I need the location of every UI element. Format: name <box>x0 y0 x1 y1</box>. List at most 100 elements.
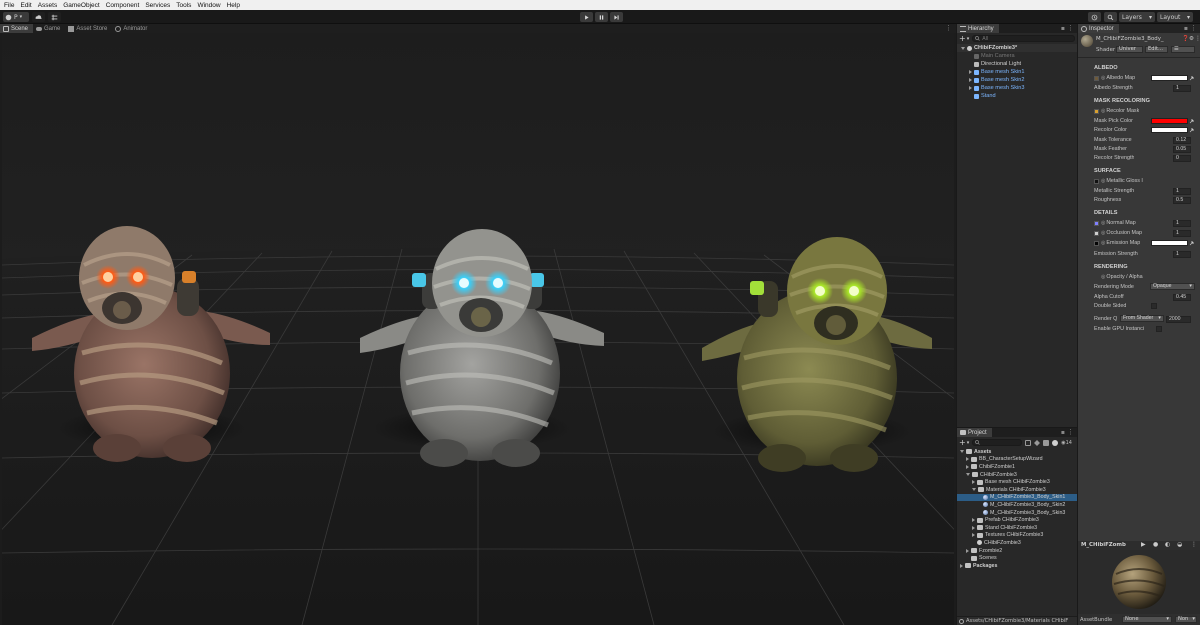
normal-texture-slot[interactable] <box>1094 220 1099 226</box>
chevron-right-icon[interactable] <box>972 518 975 523</box>
panel-menu-icon[interactable]: ⋮ <box>1190 24 1200 33</box>
chevron-right-icon[interactable] <box>969 70 972 74</box>
tab-game[interactable]: Game <box>33 24 65 33</box>
help-icon[interactable]: ❓ <box>1182 36 1189 42</box>
rendering-mode-dropdown[interactable]: Opaque ▾ <box>1150 283 1195 290</box>
menu-edit[interactable]: Edit <box>20 2 31 9</box>
albedo-strength-field[interactable]: 1 <box>1173 84 1191 92</box>
eyedropper-icon[interactable] <box>1189 240 1194 246</box>
play-icon[interactable]: ▶ <box>1141 541 1146 548</box>
render-queue-field[interactable]: 2000 <box>1166 315 1191 323</box>
hierarchy-item[interactable]: Directional Light <box>957 60 1077 68</box>
metallic-texture-slot[interactable] <box>1094 178 1099 184</box>
occlusion-texture-slot[interactable] <box>1094 230 1099 236</box>
target-icon[interactable]: ◎ <box>1101 220 1105 226</box>
chevron-right-icon[interactable] <box>969 86 972 90</box>
metallic-strength-field[interactable]: 1 <box>1173 187 1191 195</box>
project-item[interactable]: Base mesh CHibiFZombie3 <box>957 478 1077 486</box>
chevron-down-icon[interactable] <box>966 473 970 477</box>
menu-gameobject[interactable]: GameObject <box>63 2 100 9</box>
render-queue-dropdown[interactable]: From Shader ▾ <box>1120 315 1164 322</box>
project-item[interactable]: M_CHibiFZombie3_Body_Skin3 <box>957 509 1077 517</box>
assetbundle-variant-dropdown[interactable]: Non ▾ <box>1175 616 1197 623</box>
normal-map-field[interactable]: 1 <box>1173 219 1191 227</box>
menu-window[interactable]: Window <box>197 2 220 9</box>
add-icon[interactable]: + <box>959 438 966 447</box>
label-icon[interactable] <box>1034 439 1041 446</box>
target-icon[interactable]: ◎ <box>1101 230 1105 236</box>
hidden-packages-icon[interactable] <box>1052 439 1059 446</box>
emission-color-field[interactable] <box>1151 240 1188 246</box>
enable-gpu-checkbox[interactable] <box>1156 326 1162 332</box>
background-icon[interactable]: ◒ <box>1177 541 1182 548</box>
roughness-field[interactable]: 0.5 <box>1173 196 1191 204</box>
chevron-right-icon[interactable] <box>960 563 963 568</box>
project-item[interactable]: Fzombie2 <box>957 547 1077 555</box>
menu-help[interactable]: Help <box>227 2 240 9</box>
tab-animator[interactable]: Animator <box>112 24 152 33</box>
tab-project[interactable]: Project <box>957 428 992 437</box>
target-icon[interactable]: ◎ <box>1101 240 1105 246</box>
mask-feather-field[interactable]: 0.05 <box>1173 145 1191 153</box>
chevron-right-icon[interactable] <box>972 525 975 530</box>
project-item[interactable]: BB_CharacterSetupWizard <box>957 456 1077 464</box>
chevron-right-icon[interactable] <box>966 548 969 553</box>
target-icon[interactable]: ◎ <box>1101 75 1105 81</box>
settings-icon[interactable]: ⚙ <box>1189 36 1194 42</box>
tab-inspector[interactable]: Inspector <box>1078 24 1119 33</box>
menu-component[interactable]: Component <box>106 2 140 9</box>
project-item[interactable]: Stand CHibiFZombie3 <box>957 524 1077 532</box>
project-item[interactable]: CHibiFZombie3 <box>957 471 1077 479</box>
panel-menu-icon[interactable]: ⋮ <box>945 24 956 33</box>
chevron-right-icon[interactable] <box>972 480 975 485</box>
panel-menu-icon[interactable]: ⋮ <box>1067 428 1077 437</box>
account-dropdown[interactable]: P ▾ <box>3 12 29 22</box>
menu-file[interactable]: File <box>4 2 14 9</box>
hierarchy-item[interactable]: Main Camera <box>957 52 1077 60</box>
chevron-right-icon[interactable] <box>969 78 972 82</box>
cloud-button[interactable] <box>32 12 45 22</box>
step-button[interactable] <box>610 12 623 22</box>
project-item[interactable]: Prefab CHibiFZombie3 <box>957 516 1077 524</box>
albedo-color-field[interactable] <box>1151 75 1188 81</box>
add-icon[interactable]: + <box>959 34 966 43</box>
project-item[interactable]: CHibiFZombie3 <box>957 539 1077 547</box>
more-icon[interactable]: ⋮ <box>1195 35 1200 42</box>
alpha-cutoff-field[interactable]: 0.45 <box>1173 293 1191 301</box>
hierarchy-item[interactable]: Stand <box>957 92 1077 100</box>
mask-tolerance-field[interactable]: 0.12 <box>1173 136 1191 144</box>
emission-texture-slot[interactable] <box>1094 240 1099 246</box>
recolor-color-field[interactable] <box>1151 127 1188 133</box>
star-icon[interactable] <box>1043 439 1050 446</box>
menu-tools[interactable]: Tools <box>176 2 191 9</box>
chevron-right-icon[interactable] <box>972 533 975 538</box>
project-item[interactable]: Materials CHibiFZombie3 <box>957 486 1077 494</box>
menu-services[interactable]: Services <box>145 2 170 9</box>
pause-button[interactable] <box>595 12 608 22</box>
play-button[interactable] <box>580 12 593 22</box>
tab-scene[interactable]: Scene <box>0 24 34 33</box>
edit-shader-button[interactable]: Edit... <box>1145 46 1168 53</box>
chevron-down-icon[interactable] <box>961 46 965 50</box>
hierarchy-item[interactable]: CHibiFZombie3* <box>957 44 1077 52</box>
tab-asset-store[interactable]: Asset Store <box>65 24 112 33</box>
chevron-right-icon[interactable] <box>966 457 969 462</box>
project-item[interactable]: Textures CHibiFZombie3 <box>957 532 1077 540</box>
chevron-down-icon[interactable] <box>972 488 976 492</box>
hierarchy-search-input[interactable]: All <box>972 35 1075 42</box>
project-item[interactable]: Assets <box>957 448 1077 456</box>
recolor-strength-field[interactable]: 0 <box>1173 154 1191 162</box>
material-preview[interactable] <box>1078 550 1200 614</box>
eyedropper-icon[interactable] <box>1189 118 1194 124</box>
more-icon[interactable]: ⋮ <box>1191 541 1197 548</box>
layers-dropdown[interactable]: Layers ▾ <box>1119 12 1155 22</box>
target-icon[interactable]: ◎ <box>1101 108 1105 114</box>
emission-strength-field[interactable]: 1 <box>1173 250 1191 258</box>
hierarchy-item[interactable]: Base mesh Skin1 <box>957 68 1077 76</box>
project-item[interactable]: ChibiFZombie1 <box>957 463 1077 471</box>
filter-type-icon[interactable] <box>1025 439 1032 446</box>
target-icon[interactable]: ◎ <box>1101 274 1105 280</box>
shader-dropdown[interactable]: Univer <box>1116 46 1143 53</box>
search-button[interactable] <box>1104 12 1117 22</box>
opacity-texture-slot[interactable] <box>1094 274 1099 280</box>
